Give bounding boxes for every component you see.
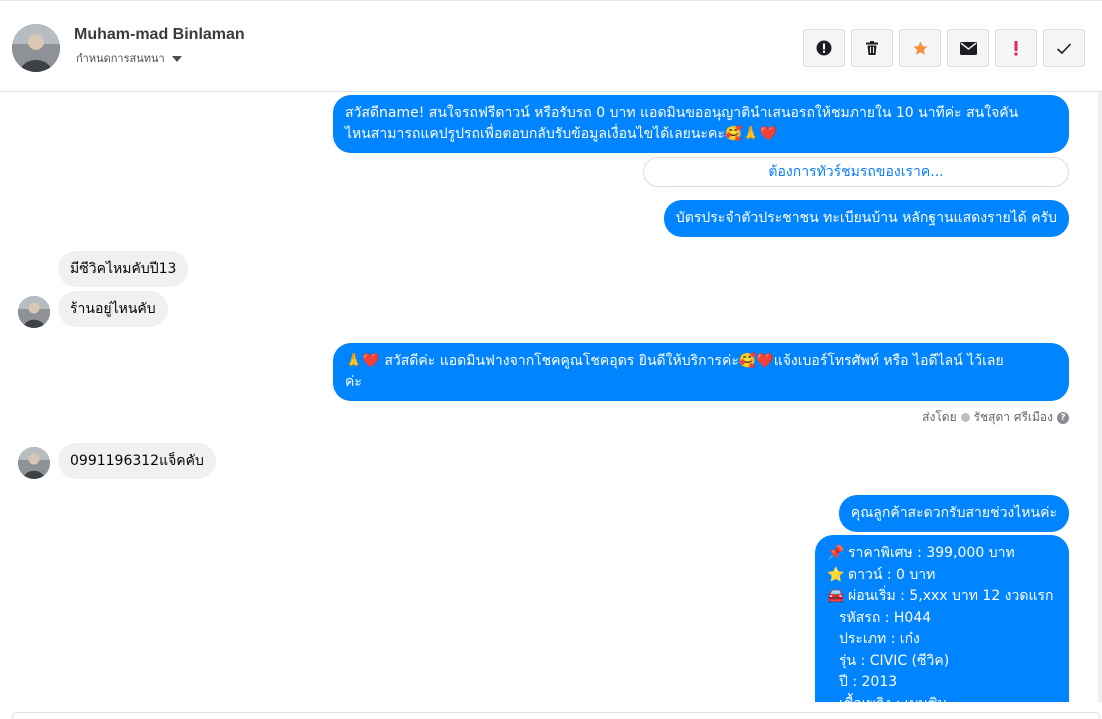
message-outgoing: คุณลูกค้าสะดวกรับสายช่วงไหนค่ะ <box>838 495 1069 532</box>
fuel-row: เชื้อเพลิง : เบนซิน <box>827 694 1057 703</box>
envelope-icon <box>959 41 977 55</box>
pushpin-icon: 📌 <box>827 545 845 561</box>
contact-name[interactable]: Muham-mad Binlaman <box>74 26 245 44</box>
message-incoming: ร้านอยู่ไหนคับ <box>58 291 168 327</box>
message-text: บัตรประจำตัวประชาชน ทะเบียนบ้าน หลักฐานแ… <box>675 210 1057 226</box>
sent-by-name[interactable]: รัชสุดา ศรีเมือง <box>974 408 1053 427</box>
assign-conversation-dropdown[interactable]: กำหนดการสนทนา <box>76 49 182 67</box>
year-row: ปี : 2013 <box>839 674 898 690</box>
message-thread[interactable]: สวัสดีname! สนใจรถฟรีดาวน์ หรือรับรถ 0 บ… <box>0 92 1102 702</box>
page-icon <box>960 413 970 422</box>
star-button[interactable] <box>899 29 941 67</box>
help-icon[interactable]: ? <box>1057 411 1069 424</box>
message-text: 0991196312แจ็คคับ <box>70 453 204 469</box>
type-row: ประเภท : เก๋ง <box>839 631 920 647</box>
important-button[interactable] <box>995 29 1037 67</box>
star-emoji-icon: ⭐ <box>827 566 845 583</box>
down-row: ⭐ ดาวน์ : 0 บาท <box>827 565 1057 587</box>
message-text: มีซีวิคไหมคับปี13 <box>70 261 177 277</box>
price-row: 📌 ราคาพิเศษ : 399,000 บาท <box>827 543 1057 565</box>
message-text: ค่ะ <box>345 374 362 390</box>
message-text: 🙏❤️ สวัสดีค่ะ แอดมินฟางจากโชคคูณโชคอุดร … <box>345 353 1004 369</box>
trash-icon <box>866 41 878 55</box>
message-outgoing: สวัสดีname! สนใจรถฟรีดาวน์ หรือรับรถ 0 บ… <box>333 95 1069 153</box>
installment-row: 🚘 ผ่อนเริ่ม : 5,xxx บาท 12 งวดแรก <box>827 586 1057 608</box>
thread-scrollbar[interactable] <box>1098 92 1102 702</box>
message-outgoing: บัตรประจำตัวประชาชน ทะเบียนบ้าน หลักฐานแ… <box>663 200 1069 237</box>
price-text: ราคาพิเศษ : 399,000 บาท <box>848 545 1015 561</box>
conversation-actions <box>803 29 1085 67</box>
message-text: สวัสดีname! สนใจรถฟรีดาวน์ หรือรับรถ 0 บ… <box>345 105 1019 121</box>
contact-avatar-small[interactable] <box>18 296 50 328</box>
spam-button[interactable] <box>803 29 845 67</box>
message-incoming: มีซีวิคไหมคับปี13 <box>58 251 189 287</box>
conversation-header: Muham-mad Binlaman กำหนดการสนทนา <box>0 0 1102 92</box>
exclamation-circle-icon <box>816 40 832 56</box>
car-icon: 🚘 <box>827 588 845 604</box>
exclamation-icon <box>1014 41 1018 56</box>
installment-text: ผ่อนเริ่ม : 5,xxx บาท 12 งวดแรก <box>848 588 1054 604</box>
sent-by-label: ส่งโดย <box>922 410 957 424</box>
contact-avatar-small[interactable] <box>18 447 50 479</box>
model-row: รุ่น : CIVIC (ซีวิค) <box>839 652 950 669</box>
unread-button[interactable] <box>947 29 989 67</box>
message-text: ไหนสามารถแคปรูปรถเพื่อตอบกลับรับข้อมูลเง… <box>345 126 778 142</box>
car-info-message: 📌 ราคาพิเศษ : 399,000 บาท ⭐ ดาวน์ : 0 บา… <box>815 535 1069 702</box>
message-incoming: 0991196312แจ็คคับ <box>58 443 216 479</box>
assign-label: กำหนดการสนทนา <box>76 52 165 65</box>
star-icon <box>912 40 928 55</box>
quick-reply-button[interactable]: ต้องการทัวร์ชมรถของเราค... <box>643 157 1069 187</box>
message-text: ร้านอยู่ไหนคับ <box>70 301 156 317</box>
message-composer[interactable] <box>12 712 1100 719</box>
message-outgoing: 🙏❤️ สวัสดีค่ะ แอดมินฟางจากโชคคูณโชคอุดร … <box>333 343 1069 401</box>
checkmark-icon <box>1056 42 1072 54</box>
contact-avatar[interactable] <box>12 24 60 72</box>
message-text: คุณลูกค้าสะดวกรับสายช่วงไหนค่ะ <box>850 505 1057 521</box>
done-button[interactable] <box>1043 29 1085 67</box>
down-text: ดาวน์ : 0 บาท <box>848 566 936 583</box>
caret-down-icon <box>171 56 182 62</box>
sent-by-info: ส่งโดย รัชสุดา ศรีเมือง ? <box>922 408 1069 427</box>
delete-button[interactable] <box>851 29 893 67</box>
code-row: รหัสรถ : H044 <box>839 609 932 626</box>
